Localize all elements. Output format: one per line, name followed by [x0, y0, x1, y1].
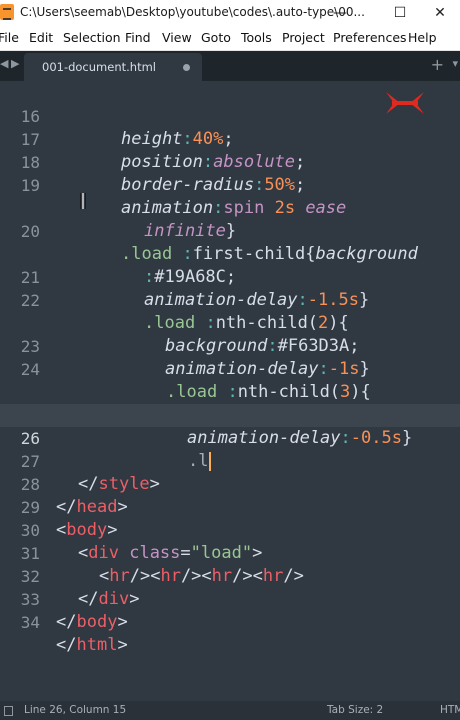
close-button[interactable]: ✕ — [420, 0, 460, 26]
code-line-current[interactable]: 26 .l — [0, 404, 460, 471]
menu-project[interactable]: Project — [282, 30, 325, 45]
code-line: 34 </html> — [0, 588, 460, 655]
code-line: 25 animation-delay:-0.5s} — [0, 381, 460, 448]
code-line: 31 <hr/><hr/><hr/><hr/> — [0, 519, 460, 586]
menu-bar: File Edit Selection Find View Goto Tools… — [0, 26, 460, 51]
code-line: 24 .load :nth-child(3){ — [0, 335, 460, 402]
code-line: 29 <body> — [0, 473, 460, 540]
unsaved-dot-icon[interactable] — [183, 64, 190, 71]
tab-bar: ◀ ▶ 001-document.html + ▾ — [0, 51, 460, 81]
tab-label: 001-document.html — [42, 60, 156, 74]
code-line: 28 </head> — [0, 450, 460, 517]
mouse-ibeam-cursor-icon — [80, 193, 86, 209]
code-line: 22 .load :nth-child(2){ — [0, 266, 460, 333]
tab-001-document[interactable]: 001-document.html — [24, 53, 202, 81]
code-editor[interactable]: 16 height:40%; 17 position:absolute; 18 … — [0, 81, 460, 701]
cursor-position: Line 26, Column 15 — [24, 704, 127, 716]
menu-find[interactable]: Find — [125, 30, 151, 45]
code-line: 23 animation-delay:-1s} — [0, 312, 460, 379]
window-title: C:\Users\seemab\Desktop\youtube\codes\.a… — [20, 5, 365, 19]
menu-edit[interactable]: Edit — [29, 30, 53, 45]
menu-view[interactable]: View — [162, 30, 192, 45]
title-bar: C:\Users\seemab\Desktop\youtube\codes\.a… — [0, 0, 460, 26]
code-line: 21 animation-delay:-1.5s} — [0, 243, 460, 310]
tab-nav-left-icon[interactable]: ◀ — [0, 57, 8, 70]
panel-toggle-icon[interactable] — [0, 701, 13, 720]
code-line: background:#FDA543; — [0, 358, 460, 425]
code-line: 30 <div class="load"> — [0, 496, 460, 563]
menu-preferences[interactable]: Preferences — [333, 30, 407, 45]
code-line: 19 animation:spin 2s ease — [0, 151, 460, 218]
line-number: 34 — [20, 613, 40, 632]
menu-file[interactable]: File — [0, 30, 19, 45]
code-line: 32 </div> — [0, 542, 460, 609]
tab-size-selector[interactable]: Tab Size: 2 — [327, 704, 383, 716]
sublime-text-icon — [0, 4, 14, 20]
tab-overflow-icon[interactable]: ▾ — [452, 57, 458, 70]
tab-nav-right-icon[interactable]: ▶ — [11, 57, 19, 70]
status-bar: Line 26, Column 15 Tab Size: 2 HTML — [0, 701, 460, 720]
code-line: :#19A68C; — [144, 267, 237, 287]
syntax-selector[interactable]: HTML — [440, 704, 460, 716]
minimize-button[interactable]: — — [320, 0, 360, 26]
code-line: infinite} — [144, 221, 237, 241]
menu-selection[interactable]: Selection — [63, 30, 121, 45]
code-line: 33 </body> — [0, 565, 460, 632]
menu-tools[interactable]: Tools — [241, 30, 272, 45]
code-line: background:#F63D3A; — [165, 336, 360, 356]
menu-help[interactable]: Help — [408, 30, 437, 45]
channel-logo-icon — [386, 92, 424, 114]
menu-goto[interactable]: Goto — [201, 30, 231, 45]
code-line: 20 .load :first-child{background — [0, 197, 460, 264]
new-tab-icon[interactable]: + — [431, 55, 444, 74]
code-line: 18 border-radius:50%; — [0, 128, 460, 195]
maximize-button[interactable]: ☐ — [380, 0, 420, 26]
code-line: 27 </style> — [0, 427, 460, 494]
